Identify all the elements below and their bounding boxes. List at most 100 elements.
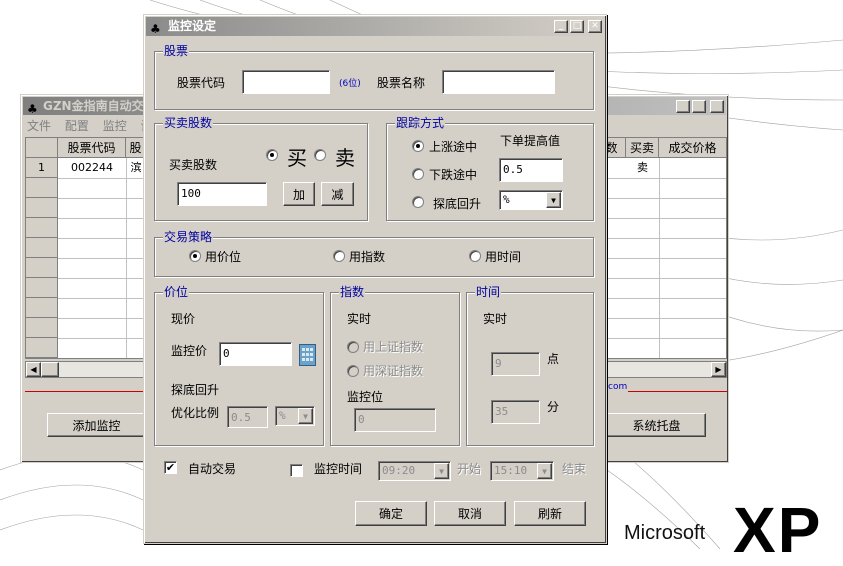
strategy-index-radio[interactable]: [333, 250, 345, 262]
row-header[interactable]: [26, 198, 58, 218]
row-header[interactable]: [26, 298, 58, 318]
row-header[interactable]: 1: [26, 158, 58, 178]
close-button[interactable]: ✕: [710, 100, 724, 113]
row-header[interactable]: [26, 278, 58, 298]
calculator-grid: [302, 348, 313, 361]
strategy-group: 交易策略 用价位 用指数 用时间: [154, 230, 594, 277]
row-header[interactable]: [26, 238, 58, 258]
column-header-side[interactable]: 买卖: [626, 138, 659, 158]
menu-file[interactable]: 文件: [27, 119, 51, 133]
brand-text: Microsoft: [624, 522, 706, 544]
quantity-group: 买卖股数 买卖股数 买 卖 100 加 减: [154, 116, 368, 221]
price-group: 价位 现价 监控价 0 探底回升 优化比例 0.5 % ▼: [154, 285, 324, 446]
bottom-rebound-label: 探底回升: [171, 383, 220, 397]
stock-group-label: 股票: [163, 44, 190, 58]
dialog-titlebar[interactable]: ♣ 监控设定 _ □ ✕: [146, 17, 604, 36]
row-header[interactable]: [26, 218, 58, 238]
dropdown-arrow-icon[interactable]: ▼: [546, 192, 561, 208]
shenzhen-index-radio[interactable]: [347, 365, 359, 377]
table-corner: [26, 138, 58, 158]
sell-radio[interactable]: [314, 149, 326, 161]
strategy-index-label[interactable]: 用指数: [349, 248, 385, 265]
track-rising-label[interactable]: 上涨途中: [429, 138, 477, 155]
shenzhen-index-label[interactable]: 用深证指数: [363, 362, 423, 379]
row-header[interactable]: [26, 338, 58, 358]
dialog-icon: ♣: [150, 22, 161, 36]
column-header-price[interactable]: 成交价格: [659, 138, 726, 158]
menu-monitor[interactable]: 监控: [103, 119, 127, 133]
scroll-thumb[interactable]: [41, 362, 59, 377]
strategy-price-radio[interactable]: [189, 250, 201, 262]
monitor-level-label: 监控位: [347, 390, 384, 404]
dialog-close-button[interactable]: ✕: [588, 20, 602, 33]
calculator-icon[interactable]: [299, 344, 316, 366]
track-mode-group-label: 跟踪方式: [395, 116, 446, 130]
scroll-right-button[interactable]: ▶: [711, 362, 726, 377]
row-header[interactable]: [26, 178, 58, 198]
ratio-unit-select[interactable]: % ▼: [275, 406, 315, 426]
strategy-price-label[interactable]: 用价位: [205, 248, 241, 265]
optimize-ratio-input[interactable]: 0.5: [227, 406, 268, 428]
monitor-time-checkbox[interactable]: [290, 464, 303, 477]
menu-config[interactable]: 配置: [65, 119, 89, 133]
minute-unit-label: 分: [547, 400, 560, 414]
strategy-time-label[interactable]: 用时间: [485, 248, 521, 265]
cell-code[interactable]: 002244: [58, 158, 126, 178]
track-rising-radio[interactable]: [412, 140, 424, 152]
shanghai-index-radio[interactable]: [347, 341, 359, 353]
start-label: 开始: [457, 462, 482, 476]
shanghai-index-label[interactable]: 用上证指数: [363, 338, 423, 355]
track-falling-radio[interactable]: [412, 168, 424, 180]
buy-radio[interactable]: [266, 149, 278, 161]
dropdown-arrow-icon[interactable]: ▼: [537, 463, 552, 479]
refresh-button[interactable]: 刷新: [514, 501, 586, 526]
track-falling-label[interactable]: 下跌途中: [429, 166, 477, 183]
stock-name-input[interactable]: [442, 70, 555, 94]
dropdown-arrow-icon[interactable]: ▼: [298, 408, 313, 424]
maximize-button[interactable]: □: [692, 100, 706, 113]
track-rebound-radio[interactable]: [412, 196, 424, 208]
add-quantity-button[interactable]: 加: [283, 182, 315, 206]
ok-button[interactable]: 确定: [355, 501, 427, 526]
minute-input[interactable]: 35: [491, 400, 540, 424]
dropdown-arrow-icon[interactable]: ▼: [434, 463, 449, 479]
time-group: 时间 实时 9 点 35 分: [466, 285, 594, 446]
cancel-button[interactable]: 取消: [434, 501, 506, 526]
quantity-label: 买卖股数: [169, 158, 218, 172]
stock-code-input[interactable]: [242, 70, 330, 94]
column-divider: [659, 158, 660, 358]
track-rebound-label[interactable]: 探底回升: [433, 195, 481, 212]
dialog-title: 监控设定: [168, 19, 217, 33]
unit-select[interactable]: % ▼: [499, 190, 563, 210]
row-header[interactable]: [26, 258, 58, 278]
link-text[interactable]: com: [607, 382, 629, 392]
price-up-input[interactable]: 0.5: [499, 158, 563, 182]
strategy-time-radio[interactable]: [469, 250, 481, 262]
add-monitor-button[interactable]: 添加监控: [47, 413, 146, 437]
check-icon: ✔: [165, 461, 176, 474]
buy-label[interactable]: 买: [287, 142, 307, 171]
system-tray-button[interactable]: 系统托盘: [607, 413, 706, 437]
stock-group: 股票 股票代码 (6位) 股票名称: [154, 44, 594, 110]
monitor-settings-dialog: ♣ 监控设定 _ □ ✕ 股票 股票代码 (6位) 股票名称 买卖股数 买卖股数…: [143, 14, 607, 544]
dialog-minimize-button[interactable]: _: [554, 20, 568, 33]
subtract-quantity-button[interactable]: 减: [321, 182, 354, 206]
price-group-label: 价位: [163, 285, 190, 299]
quantity-input[interactable]: 100: [177, 182, 267, 206]
scroll-left-button[interactable]: ◀: [26, 362, 41, 377]
auto-trade-checkbox[interactable]: ✔: [164, 461, 177, 474]
start-time-select[interactable]: 09:20 ▼: [378, 461, 451, 481]
monitor-price-input[interactable]: 0: [219, 342, 292, 366]
cell-side[interactable]: 卖: [626, 158, 659, 178]
sell-label[interactable]: 卖: [335, 142, 355, 171]
monitor-level-input[interactable]: 0: [354, 408, 436, 432]
auto-trade-label[interactable]: 自动交易: [188, 460, 236, 477]
dialog-maximize-button[interactable]: □: [570, 20, 584, 33]
minimize-button[interactable]: _: [676, 100, 690, 113]
column-header-code[interactable]: 股票代码: [58, 138, 126, 158]
row-header[interactable]: [26, 318, 58, 338]
end-time-select[interactable]: 15:10 ▼: [490, 461, 554, 481]
hour-unit-label: 点: [547, 352, 560, 366]
hour-input[interactable]: 9: [491, 352, 540, 376]
monitor-time-label[interactable]: 监控时间: [314, 460, 362, 477]
